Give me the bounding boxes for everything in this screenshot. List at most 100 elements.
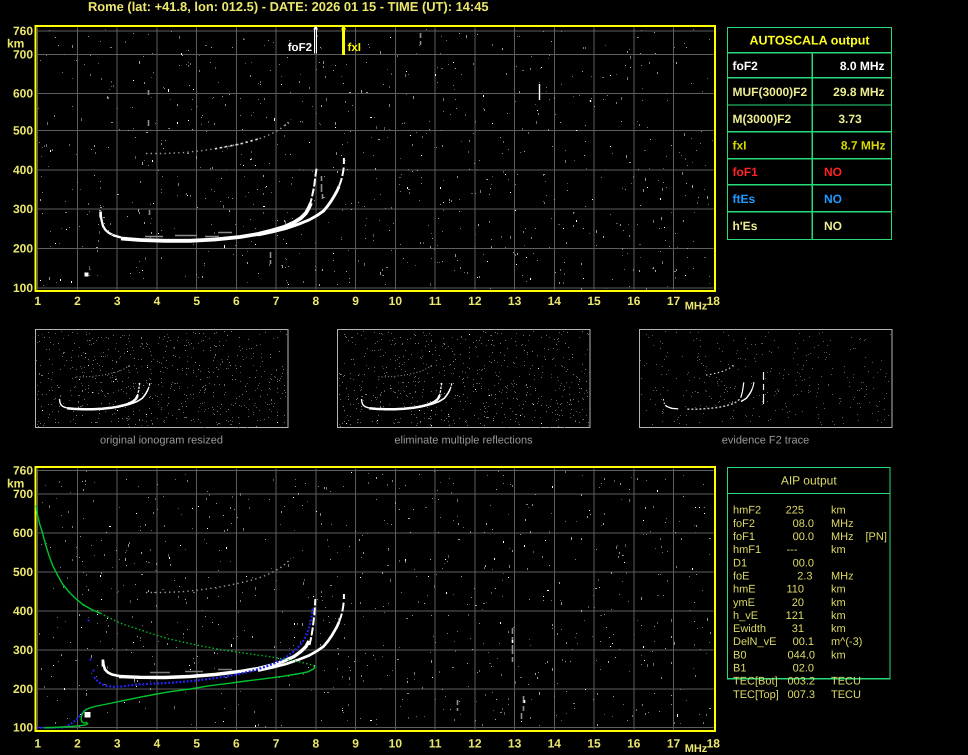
svg-text:500: 500: [13, 124, 33, 138]
svg-text:hmE: hmE: [733, 584, 756, 596]
svg-text:200: 200: [13, 242, 33, 256]
svg-text:AUTOSCALA output: AUTOSCALA output: [749, 34, 870, 48]
svg-text:9: 9: [352, 737, 359, 751]
svg-text:7: 7: [273, 294, 280, 308]
svg-text:1: 1: [34, 294, 41, 308]
svg-text:12: 12: [468, 294, 482, 308]
svg-text:foF2: foF2: [733, 518, 755, 530]
svg-text:225: 225: [786, 505, 804, 517]
svg-text:km: km: [7, 37, 24, 51]
svg-text:TECU: TECU: [831, 676, 861, 688]
svg-text:18: 18: [707, 294, 721, 308]
svg-text:m^(-3): m^(-3): [831, 636, 862, 648]
svg-text:9: 9: [352, 294, 359, 308]
svg-text:6: 6: [233, 737, 240, 751]
svg-text:20: 20: [792, 597, 804, 609]
svg-text:km: km: [831, 505, 846, 517]
svg-text:foE: foE: [733, 570, 750, 582]
svg-text:13: 13: [508, 737, 522, 751]
svg-text:Ewidth: Ewidth: [733, 623, 766, 635]
svg-text:foF1: foF1: [733, 531, 755, 543]
svg-text:8.7 MHz: 8.7 MHz: [841, 139, 886, 153]
svg-text:14: 14: [548, 737, 562, 751]
svg-text:11: 11: [429, 737, 442, 751]
svg-text:500: 500: [13, 565, 33, 579]
svg-text:15: 15: [587, 294, 601, 308]
svg-text:MHz: MHz: [831, 518, 854, 530]
svg-text:7: 7: [273, 737, 280, 751]
svg-text:8.0 MHz: 8.0 MHz: [840, 59, 885, 73]
svg-text:km: km: [831, 597, 846, 609]
svg-text:14: 14: [548, 294, 562, 308]
svg-text:NO: NO: [824, 165, 842, 179]
svg-text:300: 300: [13, 202, 33, 216]
svg-text:10: 10: [389, 737, 403, 751]
svg-text:B0: B0: [733, 649, 746, 661]
svg-text:12: 12: [468, 737, 482, 751]
svg-text:5: 5: [193, 737, 200, 751]
svg-text:00.0: 00.0: [793, 531, 814, 543]
svg-text:[PN]: [PN]: [866, 531, 887, 543]
svg-text:Rome (lat: +41.8, lon: 012.5): Rome (lat: +41.8, lon: 012.5) - DATE: 20…: [88, 0, 489, 14]
svg-text:AIP output: AIP output: [781, 474, 837, 488]
svg-text:08.0: 08.0: [793, 518, 814, 530]
svg-text:ftEs: ftEs: [733, 192, 756, 206]
svg-text:29.8 MHz: 29.8 MHz: [833, 85, 884, 99]
svg-text:00.1: 00.1: [793, 636, 814, 648]
svg-text:MHz: MHz: [831, 570, 854, 582]
svg-text:km: km: [831, 623, 846, 635]
svg-text:02.0: 02.0: [793, 663, 814, 675]
svg-text:B1: B1: [733, 663, 746, 675]
svg-text:121: 121: [786, 610, 804, 622]
svg-text:00.0: 00.0: [793, 557, 814, 569]
svg-text:18: 18: [707, 737, 721, 751]
svg-text:8: 8: [313, 737, 320, 751]
svg-text:---: ---: [787, 544, 798, 556]
svg-text:fxI: fxI: [733, 139, 747, 153]
svg-text:NO: NO: [824, 192, 842, 206]
svg-text:300: 300: [13, 643, 33, 657]
svg-text:100: 100: [13, 721, 33, 735]
svg-text:original ionogram resized: original ionogram resized: [100, 435, 223, 447]
svg-text:200: 200: [13, 682, 33, 696]
svg-text:007.3: 007.3: [787, 689, 815, 701]
svg-text:km: km: [7, 477, 24, 491]
svg-text:17: 17: [667, 294, 681, 308]
svg-text:110: 110: [786, 584, 804, 596]
svg-text:foF2: foF2: [733, 59, 759, 73]
svg-text:4: 4: [154, 737, 161, 751]
svg-text:foF2: foF2: [288, 42, 312, 54]
svg-text:MHz: MHz: [831, 531, 854, 543]
svg-text:km: km: [831, 544, 846, 556]
svg-text:km: km: [831, 584, 846, 596]
svg-text:evidence F2 trace: evidence F2 trace: [722, 435, 809, 447]
svg-text:4: 4: [154, 294, 161, 308]
svg-text:600: 600: [13, 526, 33, 540]
svg-text:MHz: MHz: [685, 301, 708, 313]
svg-text:31: 31: [792, 623, 804, 635]
svg-text:3.73: 3.73: [838, 112, 862, 126]
svg-text:fxI: fxI: [348, 42, 361, 54]
svg-text:DelN_vE: DelN_vE: [733, 636, 776, 648]
svg-text:2.3: 2.3: [797, 570, 812, 582]
svg-text:TECU: TECU: [831, 689, 861, 701]
svg-text:3: 3: [114, 294, 121, 308]
svg-text:TEC[Top]: TEC[Top]: [733, 689, 779, 701]
svg-text:400: 400: [13, 604, 33, 618]
svg-text:km: km: [831, 610, 846, 622]
svg-text:6: 6: [233, 294, 240, 308]
svg-text:foF1: foF1: [733, 165, 759, 179]
svg-text:17: 17: [667, 737, 681, 751]
svg-text:100: 100: [13, 281, 33, 295]
svg-text:003.2: 003.2: [787, 676, 815, 688]
svg-text:8: 8: [313, 294, 320, 308]
svg-text:hmF1: hmF1: [733, 544, 761, 556]
svg-text:400: 400: [13, 163, 33, 177]
svg-text:044.0: 044.0: [787, 649, 815, 661]
svg-text:NO: NO: [824, 219, 842, 233]
svg-text:2: 2: [74, 737, 81, 751]
svg-text:5: 5: [193, 294, 200, 308]
svg-text:13: 13: [508, 294, 522, 308]
svg-text:TEC[Bot]: TEC[Bot]: [733, 676, 778, 688]
svg-text:600: 600: [13, 87, 33, 101]
